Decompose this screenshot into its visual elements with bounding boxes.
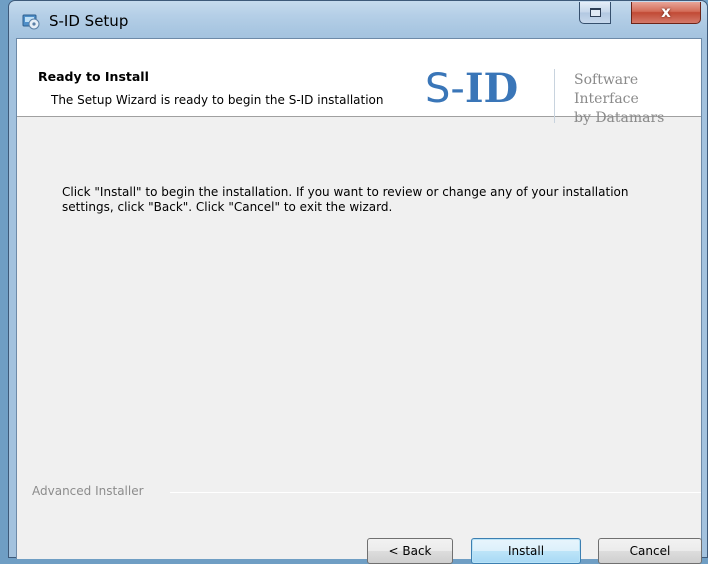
footer-divider: [170, 492, 701, 493]
logo-tagline-line2: by Datamars: [574, 110, 665, 126]
s-id-logo: S-ID: [425, 64, 518, 114]
close-icon: x: [661, 3, 671, 21]
page-subtitle: The Setup Wizard is ready to begin the S…: [51, 93, 384, 107]
page-title: Ready to Install: [38, 69, 149, 84]
window-title: S-ID Setup: [49, 12, 129, 30]
logo-suffix: ID: [464, 65, 519, 112]
logo-prefix: S-: [425, 66, 465, 112]
installer-branding: Advanced Installer: [32, 484, 144, 498]
wizard-client-area: Ready to Install The Setup Wizard is rea…: [16, 38, 702, 564]
restore-button[interactable]: [579, 2, 611, 24]
logo-separator: [554, 69, 555, 123]
logo-tagline-line1: Software Interface: [574, 72, 639, 107]
title-bar[interactable]: S-ID Setup x: [9, 1, 707, 39]
setup-window: S-ID Setup x Ready to Install The Setup …: [8, 0, 708, 564]
logo-tagline: Software Interface by Datamars: [574, 71, 701, 128]
cancel-button[interactable]: Cancel: [598, 538, 702, 564]
install-button[interactable]: Install: [471, 538, 581, 564]
wizard-header: Ready to Install The Setup Wizard is rea…: [17, 39, 701, 126]
setup-disc-icon: [22, 14, 40, 30]
restore-window-icon: [590, 8, 601, 17]
back-button[interactable]: < Back: [367, 538, 453, 564]
close-button[interactable]: x: [631, 2, 701, 24]
install-instructions: Click "Install" to begin the installatio…: [62, 185, 629, 214]
